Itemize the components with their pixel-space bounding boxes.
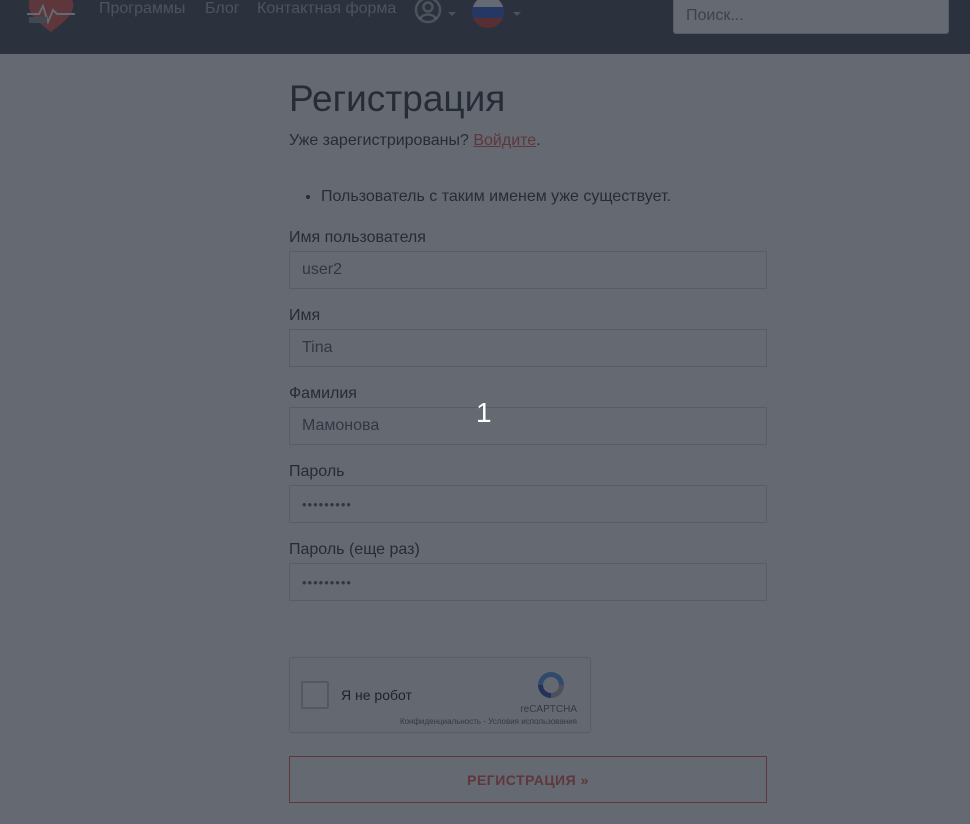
- error-list: Пользователь с таким именем уже существу…: [289, 188, 671, 206]
- password-label: Пароль: [289, 463, 345, 480]
- error-message: Пользователь с таким именем уже существу…: [321, 188, 671, 206]
- first-name-label: Имя: [289, 307, 321, 324]
- nav-link-contact[interactable]: Контактная форма: [257, 0, 396, 18]
- recaptcha-checkbox[interactable]: [301, 681, 329, 709]
- russia-flag-icon: [472, 0, 504, 28]
- recaptcha-links[interactable]: Конфиденциальность - Условия использован…: [400, 717, 577, 726]
- already-registered-period: .: [536, 132, 541, 149]
- recaptcha-logo-icon: [538, 672, 564, 698]
- password-confirm-input[interactable]: [289, 563, 767, 601]
- nav-link-programs[interactable]: Программы: [99, 0, 185, 18]
- search-input[interactable]: [673, 0, 949, 34]
- register-button[interactable]: РЕГИСТРАЦИЯ »: [289, 756, 767, 803]
- login-link[interactable]: Войдите: [473, 132, 536, 149]
- username-input[interactable]: [289, 251, 767, 289]
- recaptcha-label: Я не робот: [341, 687, 412, 703]
- recaptcha-brand: reCAPTCHA: [520, 704, 577, 715]
- recaptcha-widget: Я не робот reCAPTCHA Конфиденциальность …: [289, 657, 591, 733]
- last-name-label: Фамилия: [289, 385, 357, 402]
- language-dropdown[interactable]: [472, 0, 522, 28]
- chevron-down-icon: [513, 12, 521, 16]
- page-title: Регистрация: [289, 78, 506, 119]
- first-name-input[interactable]: [289, 329, 767, 367]
- already-registered-text: Уже зарегистрированы? Войдите.: [289, 132, 541, 150]
- already-registered-label: Уже зарегистрированы?: [289, 132, 469, 149]
- user-menu-dropdown[interactable]: [413, 0, 459, 26]
- user-circle-icon: [414, 0, 442, 24]
- password-input[interactable]: [289, 485, 767, 523]
- heart-logo-icon[interactable]: [25, 0, 77, 36]
- password-confirm-label: Пароль (еще раз): [289, 541, 420, 558]
- navbar: Программы Блог Контактная форма: [0, 0, 970, 54]
- nav-link-blog[interactable]: Блог: [205, 0, 240, 18]
- last-name-input[interactable]: [289, 407, 767, 445]
- chevron-down-icon: [448, 12, 456, 16]
- username-label: Имя пользователя: [289, 229, 426, 246]
